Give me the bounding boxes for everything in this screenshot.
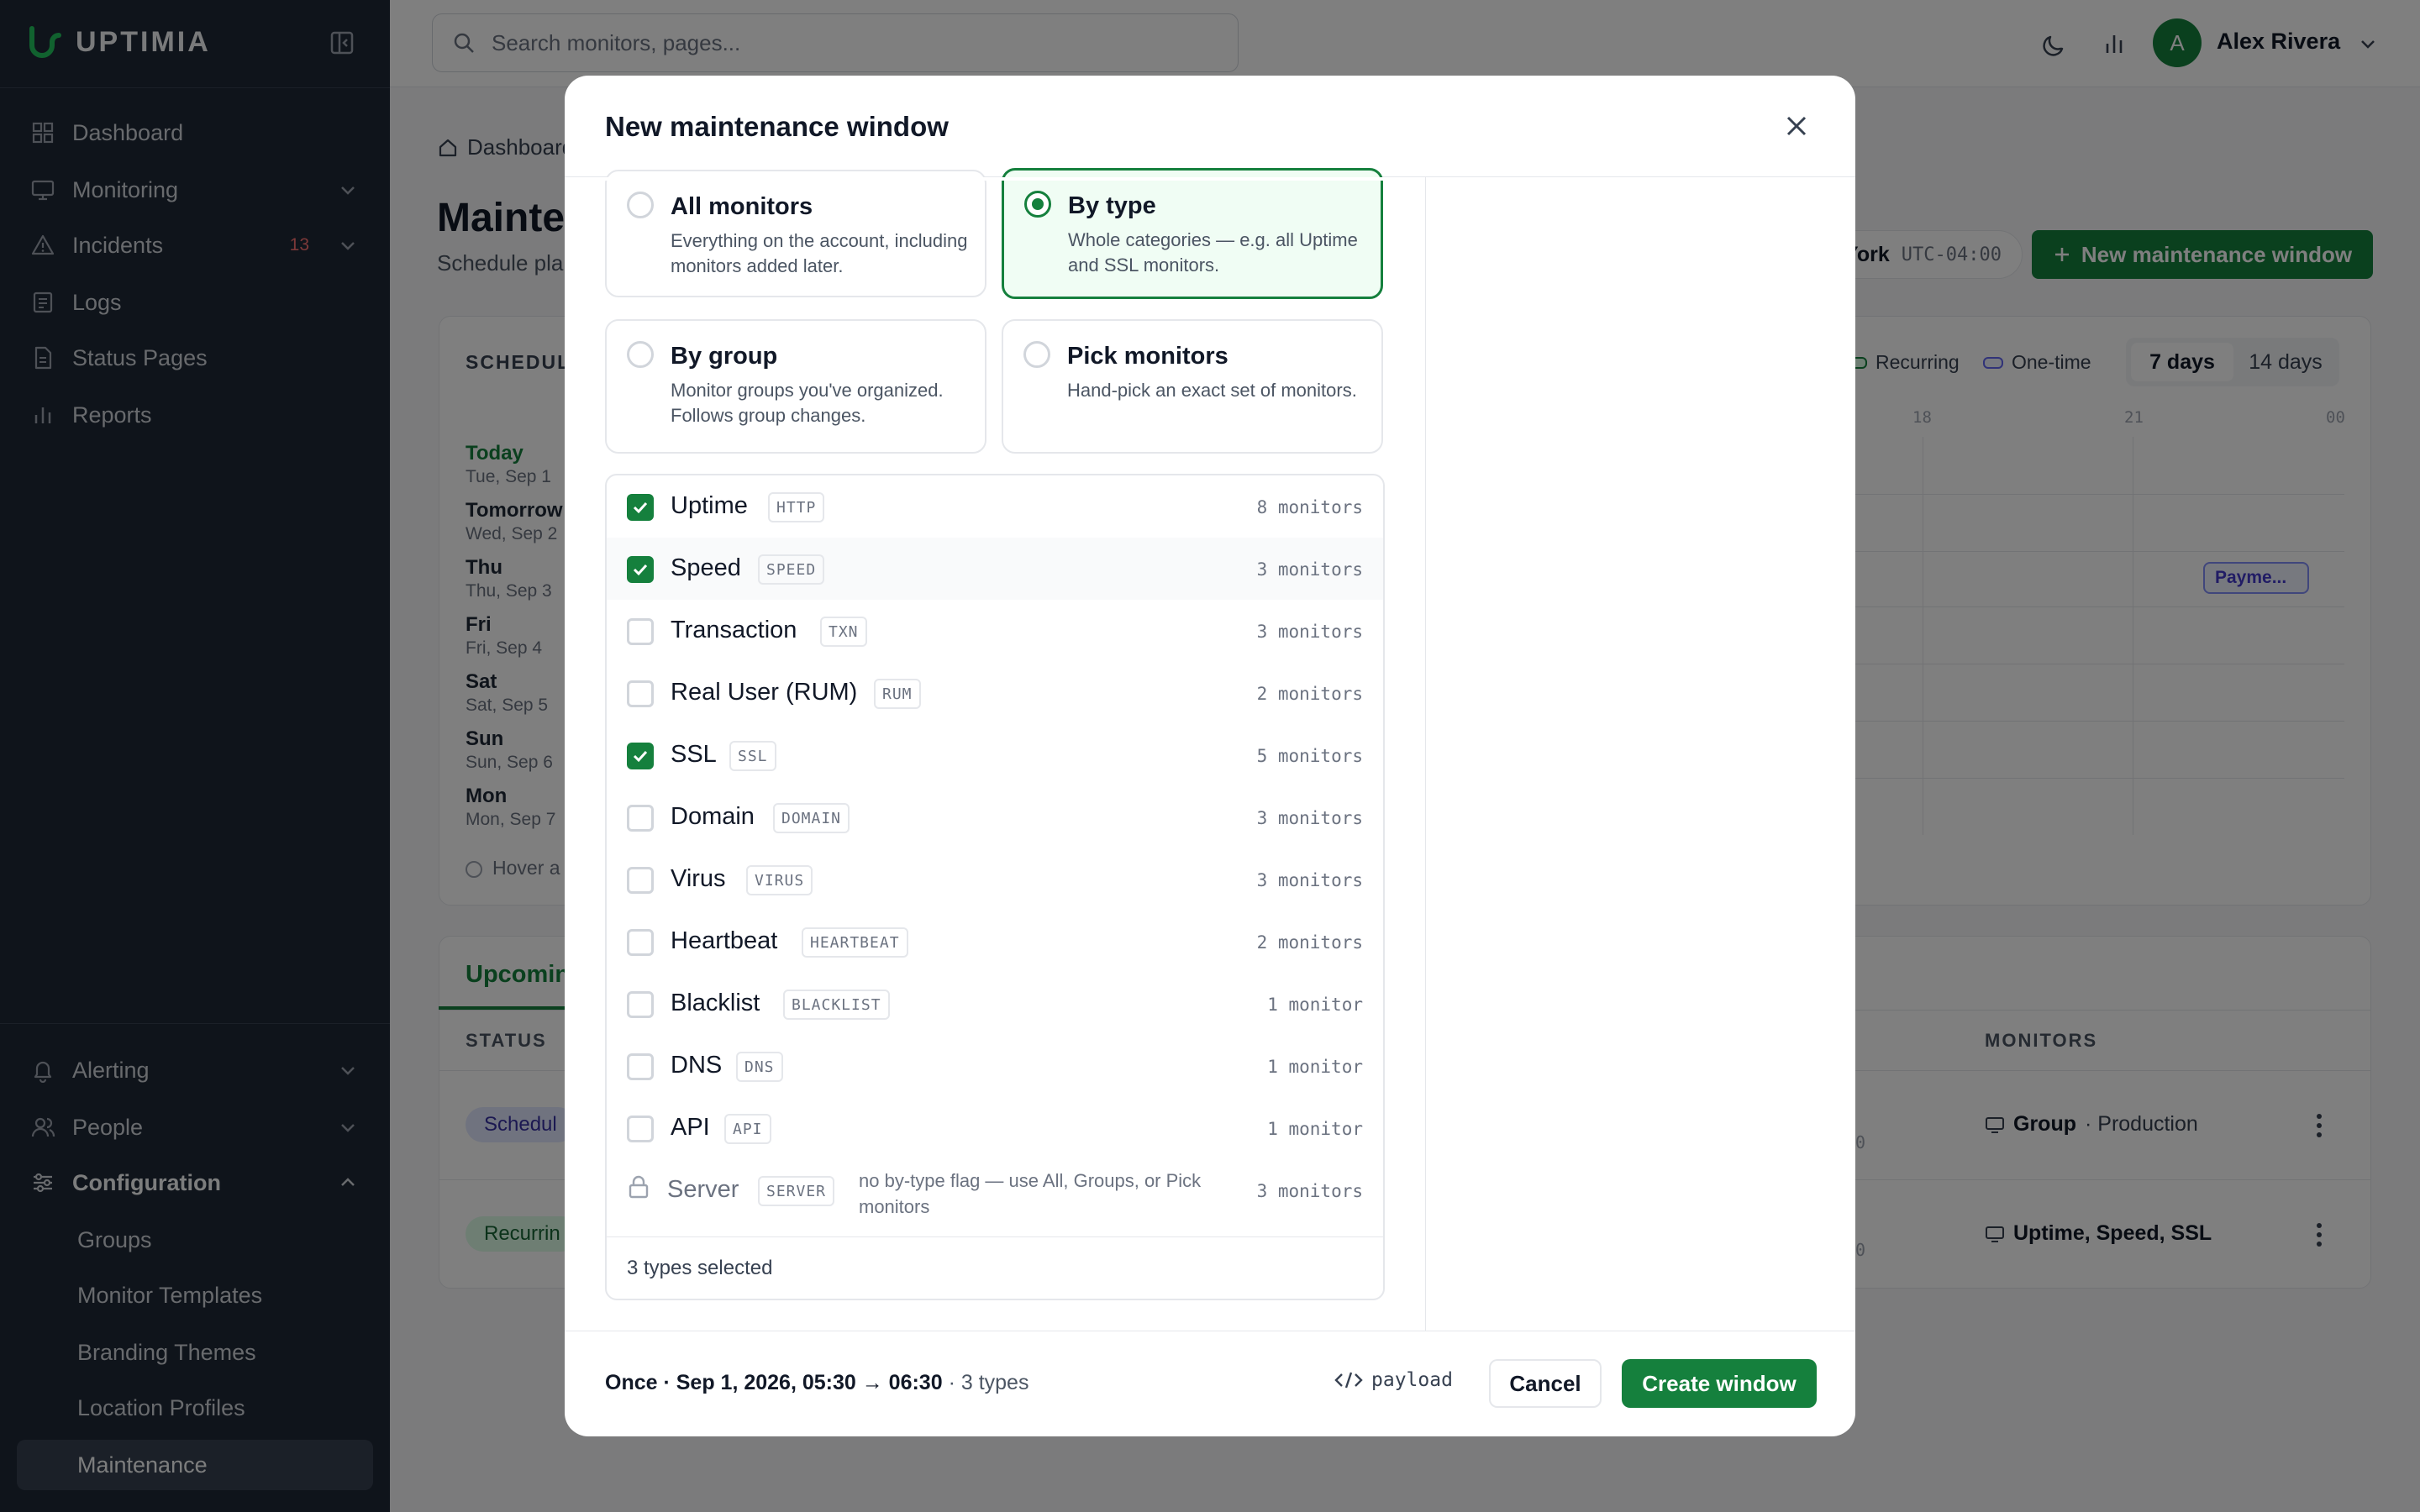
scope-description: Whole categories — e.g. all Uptime and S…	[1068, 229, 1358, 276]
type-name: Server	[667, 1176, 739, 1203]
type-name: Domain	[671, 803, 755, 830]
type-tag: DNS	[736, 1052, 783, 1082]
monitor-type-list: Uptime HTTP 8 monitors Speed SPEED 3 mon…	[605, 474, 1385, 1300]
summary-schedule: Once · Sep 1, 2026, 05:30 → 06:30	[605, 1371, 943, 1394]
type-tag: VIRUS	[746, 865, 813, 895]
type-count: 2 monitors	[1256, 684, 1363, 704]
type-name: Virus	[671, 865, 726, 892]
selection-summary: 3 types selected	[627, 1257, 773, 1279]
type-tag: BLACKLIST	[783, 990, 890, 1020]
type-tag: SPEED	[758, 554, 825, 585]
scope-description: Monitor groups you've organized. Follows…	[671, 380, 944, 426]
payload-label: payload	[1371, 1369, 1453, 1391]
type-row-uptime[interactable]: Uptime HTTP 8 monitors	[607, 475, 1383, 538]
type-name: DNS	[671, 1052, 723, 1079]
checkbox[interactable]	[627, 680, 654, 707]
check-icon	[633, 501, 648, 514]
close-icon	[1786, 116, 1807, 136]
scope-option-by-group[interactable]: By group Monitor groups you've organized…	[605, 319, 986, 454]
type-row-blacklist[interactable]: Blacklist BLACKLIST 1 monitor	[607, 973, 1383, 1035]
type-tag: RUM	[874, 679, 921, 709]
scope-option-by-type[interactable]: By type Whole categories — e.g. all Upti…	[1002, 168, 1383, 299]
type-count: 3 monitors	[1256, 808, 1363, 828]
type-count: 1 monitor	[1267, 1057, 1363, 1077]
new-maintenance-modal: New maintenance window All monitors Ever…	[565, 76, 1855, 1436]
type-row-transaction[interactable]: Transaction TXN 3 monitors	[607, 600, 1383, 662]
radio-button-selected	[1024, 191, 1051, 218]
type-row-virus[interactable]: Virus VIRUS 3 monitors	[607, 848, 1383, 911]
summary-scope: · 3 types	[948, 1371, 1029, 1394]
checkbox-checked[interactable]	[627, 494, 654, 521]
type-row-dns[interactable]: DNS DNS 1 monitor	[607, 1035, 1383, 1097]
checkbox[interactable]	[627, 1116, 654, 1142]
type-count: 3 monitors	[1256, 1181, 1363, 1201]
type-name: API	[671, 1114, 710, 1141]
scope-title: By type	[1068, 192, 1156, 219]
type-name: Real User (RUM)	[671, 679, 858, 706]
radio-button	[627, 341, 654, 368]
list-divider	[607, 1236, 1383, 1237]
checkbox[interactable]	[627, 929, 654, 956]
type-name: Transaction	[671, 617, 797, 643]
checkbox[interactable]	[627, 867, 654, 894]
type-row-domain[interactable]: Domain DOMAIN 3 monitors	[607, 786, 1383, 848]
checkbox-checked[interactable]	[627, 743, 654, 769]
payload-button[interactable]: payload	[1334, 1369, 1453, 1391]
checkbox-checked[interactable]	[627, 556, 654, 583]
scope-title: All monitors	[671, 193, 813, 220]
scope-description: Hand-pick an exact set of monitors.	[1067, 380, 1357, 401]
type-count: 3 monitors	[1256, 559, 1363, 580]
scope-title: Pick monitors	[1067, 343, 1228, 370]
check-icon	[633, 750, 648, 763]
type-row-rum[interactable]: Real User (RUM) RUM 2 monitors	[607, 662, 1383, 724]
type-name: Speed	[671, 554, 741, 581]
scope-title: By group	[671, 343, 778, 370]
type-row-server-locked: Server SERVER no by-type flag — use All,…	[607, 1149, 1383, 1233]
type-name: SSL	[671, 741, 717, 768]
type-tag: TXN	[820, 617, 867, 647]
type-row-ssl[interactable]: SSL SSL 5 monitors	[607, 724, 1383, 786]
window-summary: Once · Sep 1, 2026, 05:30 → 06:30 · 3 ty…	[605, 1371, 1028, 1395]
type-count: 2 monitors	[1256, 932, 1363, 953]
type-tag: API	[724, 1114, 771, 1144]
scope-option-all-monitors[interactable]: All monitors Everything on the account, …	[605, 170, 986, 297]
type-count: 8 monitors	[1256, 497, 1363, 517]
type-name: Heartbeat	[671, 927, 778, 954]
check-icon	[633, 564, 648, 576]
checkbox[interactable]	[627, 618, 654, 645]
cancel-button[interactable]: Cancel	[1489, 1359, 1602, 1408]
create-window-button[interactable]: Create window	[1622, 1359, 1817, 1408]
radio-button	[1023, 341, 1050, 368]
scope-option-pick-monitors[interactable]: Pick monitors Hand-pick an exact set of …	[1002, 319, 1383, 454]
scroll-edge	[565, 177, 1425, 181]
type-count: 1 monitor	[1267, 995, 1363, 1015]
checkbox[interactable]	[627, 991, 654, 1018]
type-count: 1 monitor	[1267, 1119, 1363, 1139]
type-count: 5 monitors	[1256, 746, 1363, 766]
type-tag: SERVER	[758, 1176, 835, 1206]
type-tag: DOMAIN	[773, 803, 850, 833]
type-tag: HEARTBEAT	[802, 927, 908, 958]
scope-description: Everything on the account, including mon…	[671, 230, 968, 276]
code-icon	[1334, 1372, 1363, 1389]
modal-right-pane	[1425, 177, 1855, 1331]
radio-button	[627, 192, 654, 218]
type-count: 3 monitors	[1256, 870, 1363, 890]
type-row-speed[interactable]: Speed SPEED 3 monitors	[607, 538, 1383, 600]
type-row-heartbeat[interactable]: Heartbeat HEARTBEAT 2 monitors	[607, 911, 1383, 973]
checkbox[interactable]	[627, 805, 654, 832]
type-count: 3 monitors	[1256, 622, 1363, 642]
close-button[interactable]	[1776, 106, 1817, 146]
type-tag: SSL	[729, 741, 776, 771]
type-tag: HTTP	[768, 492, 825, 522]
type-note: no by-type flag — use All, Groups, or Pi…	[859, 1170, 1202, 1217]
modal-title: New maintenance window	[605, 111, 949, 142]
lock-icon	[629, 1175, 649, 1199]
type-name: Blacklist	[671, 990, 760, 1016]
checkbox[interactable]	[627, 1053, 654, 1080]
type-name: Uptime	[671, 492, 748, 519]
